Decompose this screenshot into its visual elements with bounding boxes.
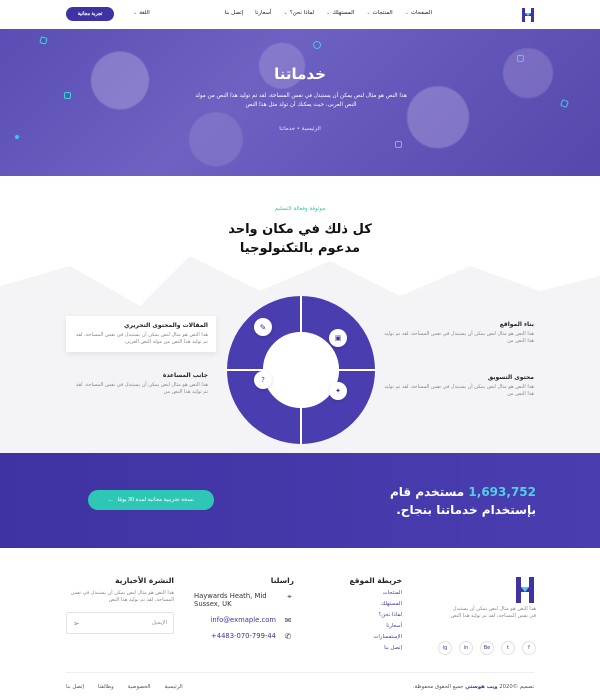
chevron-down-icon: ⌄ <box>404 10 409 16</box>
square-decoration-icon <box>395 141 402 148</box>
sitemap-link[interactable]: المستهلك <box>373 599 402 610</box>
sitemap-link[interactable]: أسعارنا <box>373 621 402 632</box>
copyright-text: تصميم ©2020 ويب هوستي جميع الحقوق محفوظة… <box>412 683 534 690</box>
hero-banner: خدماتنا هذا النص هو مثال لنص يمكن أن يست… <box>0 29 600 176</box>
facebook-icon[interactable]: f <box>522 641 536 655</box>
mail-icon: ✉ <box>284 616 292 625</box>
location-pin-icon: ⌖ <box>287 592 292 601</box>
menu-item-contact[interactable]: إتصل بنا <box>225 10 244 16</box>
help-icon: ? <box>254 371 272 389</box>
send-icon[interactable]: ➢ <box>73 619 80 628</box>
menu-item-pricing[interactable]: أسعارنا <box>255 10 271 16</box>
feature-web-building: بناء المواقع هذا النص هو مثال لنص يمكن أ… <box>384 321 534 344</box>
main-menu: الصفحات ⌄ المنتجات ⌄ المستهلك ⌄ لماذا نحن؟ ⌄… <box>225 10 432 16</box>
circle-decoration-icon <box>313 41 321 49</box>
sitemap-link[interactable]: الإستفسارات <box>373 632 402 643</box>
language-selector[interactable]: اللغة ⌄ <box>133 10 150 16</box>
breadcrumb-current: خدماتنا <box>279 126 296 132</box>
chevron-down-icon: ⌄ <box>283 10 288 16</box>
chevron-down-icon: ⌄ <box>366 10 371 16</box>
footer-logo-icon[interactable] <box>514 575 536 605</box>
section-subtitle: موثوقة وفعالة التسليم <box>274 206 326 212</box>
square-decoration-icon <box>517 55 524 62</box>
contact-title: راسلنا <box>270 576 294 585</box>
chevron-down-icon: ⌄ <box>326 10 331 16</box>
feature-articles: المقالات والمحتوى التحريري هذا النص هو م… <box>66 316 216 352</box>
bottom-link-contact[interactable]: إتصل بنا <box>66 684 84 690</box>
sitemap-link[interactable]: المنتجات <box>373 588 402 599</box>
footer-about-text: هذا النص هو مثال لنص يمكن أن يستبدل في ن… <box>450 606 536 619</box>
services-donut-graphic <box>227 296 375 444</box>
bottom-link-home[interactable]: الرئيسية <box>164 684 182 690</box>
users-count-text: 1,693,752 مستخدم قام بإستخدام خدماتنا بن… <box>389 485 536 517</box>
sitemap-links: المنتجات المستهلك لماذا نحن؟ أسعارنا الإ… <box>373 588 402 654</box>
bottom-link-careers[interactable]: وظائفنا <box>98 684 114 690</box>
twitter-icon[interactable]: t <box>501 641 515 655</box>
bottom-link-privacy[interactable]: الخصوصية <box>128 684 151 690</box>
phone-icon: ✆ <box>284 632 292 641</box>
browser-window-icon: ▣ <box>329 329 347 347</box>
bottom-links: الرئيسية الخصوصية وظائفنا إتصل بنا <box>66 684 183 690</box>
top-nav: الصفحات ⌄ المنتجات ⌄ المستهلك ⌄ لماذا نحن؟ ⌄… <box>0 0 600 29</box>
dot-decoration-icon <box>15 135 19 139</box>
logo-icon[interactable] <box>520 7 536 23</box>
breadcrumb-home[interactable]: الرئيسية <box>302 126 321 132</box>
feature-marketing: محتوى التسويق هذا النص هو مثال لنص يمكن … <box>384 374 534 397</box>
users-count: 1,693,752 <box>468 485 536 499</box>
marketing-icon: ✦ <box>329 382 347 400</box>
square-decoration-icon <box>64 92 71 99</box>
behance-icon[interactable]: Be <box>480 641 494 655</box>
sitemap-link[interactable]: إتصل بنا <box>373 643 402 654</box>
pencil-icon: ✎ <box>254 318 272 336</box>
menu-item-products[interactable]: المنتجات ⌄ <box>366 10 392 16</box>
free-trial-30-days-button[interactable]: نسخة تجريبية مجانية لمدة 30 يومًا ← <box>88 490 214 510</box>
arrow-left-icon: ← <box>107 497 114 503</box>
hero-description: هذا النص هو مثال لنص يمكن أن يستبدل في ن… <box>195 93 407 108</box>
social-links: f t Be in ig <box>438 641 536 655</box>
sitemap-title: خريطة الموقع <box>349 576 402 585</box>
menu-item-consumer[interactable]: المستهلك ⌄ <box>326 10 354 16</box>
instagram-icon[interactable]: ig <box>438 641 452 655</box>
email-row[interactable]: ✉ info@exmaple.com <box>211 616 294 625</box>
sitemap-link[interactable]: لماذا نحن؟ <box>373 610 402 621</box>
menu-item-pages[interactable]: الصفحات ⌄ <box>405 10 432 16</box>
free-trial-button[interactable]: تجربة مجانية <box>66 7 114 21</box>
newsletter-text: هذا النص هو مثال لنص يمكن أن يستبدل في ن… <box>70 590 174 603</box>
newsletter-title: النشرة الأخبارية <box>115 576 174 585</box>
cta-banner: 1,693,752 مستخدم قام بإستخدام خدماتنا بن… <box>0 453 600 548</box>
menu-item-why-us[interactable]: لماذا نحن؟ ⌄ <box>284 10 315 16</box>
copyright-bar: تصميم ©2020 ويب هوستي جميع الحقوق محفوظة… <box>66 672 534 700</box>
newsletter-email-input[interactable]: الإيميل ➢ <box>66 612 174 634</box>
linkedin-icon[interactable]: in <box>459 641 473 655</box>
section-title: كل ذلك في مكان واحد مدعوم بالتكنولوجيا <box>228 222 372 256</box>
services-section: موثوقة وفعالة التسليم كل ذلك في مكان واح… <box>0 176 600 453</box>
page-title: خدماتنا <box>274 65 326 83</box>
address-row: ⌖ Haywards Heath, Mid Sussex, UK <box>194 592 294 608</box>
breadcrumb: الرئيسية • خدماتنا <box>279 126 321 132</box>
feature-support: جانب المساعدة هذا النص هو مثال لنص يمكن … <box>75 372 208 395</box>
chevron-down-icon: ⌄ <box>133 10 138 16</box>
phone-row[interactable]: ✆ +4483-070-799-44 <box>211 632 294 641</box>
